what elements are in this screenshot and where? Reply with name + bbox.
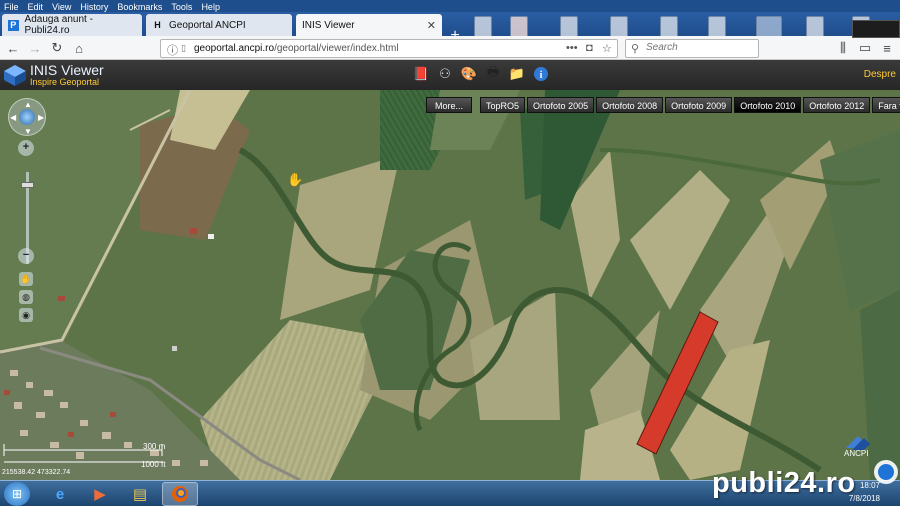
more-button[interactable]: More... [426,97,473,113]
folder-icon[interactable]: 📁 [508,65,526,83]
publi24-watermark: publi24.ro [712,467,856,499]
printer-icon[interactable]: 🖶 [484,64,502,83]
tab-label: INIS Viewer [302,19,355,31]
despre-panel [852,20,900,38]
sidebar-icon[interactable]: ▭ [856,39,874,57]
inis-header: INIS Viewer Inspire Geoportal 📕 ⚇ 🎨 🖶 📁 … [0,60,900,90]
page-actions-icon[interactable]: ••• [566,42,578,54]
palette-icon[interactable]: 🎨 [460,65,478,83]
coordinates-readout: 215538.42 473322.74 [2,469,71,476]
desktop-file-icon [806,16,824,38]
aerial-imagery[interactable] [0,90,900,480]
book-icon[interactable]: 📕 [412,65,430,83]
pan-down-icon[interactable]: ▼ [24,127,32,136]
search-box[interactable]: ⚲ [625,39,759,58]
basemap-ortofoto-2010-button[interactable]: Ortofoto 2010 [734,97,802,113]
home-icon[interactable]: ⌂ [70,39,88,57]
basemap-ortofoto-2012-button[interactable]: Ortofoto 2012 [803,97,871,113]
info-circle-icon[interactable]: i [532,65,550,83]
tab-publi24[interactable]: P Adauga anunt - Publi24.ro [2,14,142,36]
pan-up-icon[interactable]: ▲ [24,100,32,109]
app-title: INIS Viewer [30,62,104,78]
geoportal-favicon-icon: H [154,20,161,30]
tab-inis-viewer[interactable]: INIS Viewer ✕ [296,14,442,36]
page-icon: ▯ [181,43,186,53]
desktop-file-icon [708,16,726,38]
desktop-file-icon [474,16,492,38]
app-subtitle: Inspire Geoportal [30,77,100,87]
desktop-file-icon [510,16,528,38]
tab-strip: P Adauga anunt - Publi24.ro H Geoportal … [0,12,900,44]
hamburger-menu-icon[interactable]: ≡ [878,39,896,57]
tab-label: Geoportal ANCPI [169,19,246,31]
media-player-icon[interactable]: ▶ [82,482,118,506]
despre-link[interactable]: Despre [864,69,896,80]
scale-imperial-label: 1000 ft [141,460,166,469]
basemap-ortofoto-2005-button[interactable]: Ortofoto 2005 [527,97,595,113]
hand-cursor-icon: ✋ [287,172,304,187]
hand-tool-icon[interactable]: ✋ [19,272,33,286]
basemap-selector: More... TopRO5 Ortofoto 2005 Ortofoto 20… [426,97,900,113]
bookmark-star-icon[interactable]: ☆ [602,42,612,55]
zoom-out-icon[interactable]: − [18,248,34,264]
basemap-ortofoto-2008-button[interactable]: Ortofoto 2008 [596,97,664,113]
pan-center-icon[interactable] [19,109,35,125]
publi24-logo-icon [874,460,898,484]
start-button[interactable]: ⊞ [4,482,30,506]
map-view[interactable] [0,90,900,480]
file-explorer-icon[interactable]: ▤ [122,482,158,506]
search-input[interactable] [646,42,754,53]
ancpi-label: ANCPI [844,449,869,458]
basemap-fara-fundal-button[interactable]: Fara fundal [872,97,900,113]
desktop-file-icon [660,16,678,38]
basemap-topro5-button[interactable]: TopRO5 [480,97,526,113]
url-bar[interactable]: ⓘ ▯ geoportal.ancpi.ro/geoportal/viewer/… [160,39,618,58]
firefox-icon[interactable] [162,482,198,506]
publi24-favicon-icon: P [8,19,19,31]
reload-icon[interactable]: ↻ [48,39,66,57]
tab-label: Adauga anunt - Publi24.ro [24,14,93,36]
library-icon[interactable]: ⫼ [834,39,852,57]
pan-control[interactable]: ▲ ▼ ◀ ▶ [8,98,46,136]
pan-right-icon[interactable]: ▶ [38,113,44,122]
desktop-file-icon [610,16,628,38]
tab-geoportal[interactable]: H Geoportal ANCPI [146,14,292,36]
back-arrow-icon[interactable]: ← [4,39,22,57]
basemap-ortofoto-2009-button[interactable]: Ortofoto 2009 [665,97,733,113]
binoculars-icon[interactable]: ⚇ [436,65,454,83]
close-tab-icon[interactable]: ✕ [427,19,436,32]
desktop-file-icon [560,16,578,38]
info-icon[interactable]: ⓘ [167,42,178,58]
search-icon: ⚲ [631,43,640,55]
zoom-slider-handle[interactable] [21,182,34,188]
inis-logo-icon [4,65,26,86]
svg-text:i: i [540,70,543,81]
url-text[interactable]: geoportal.ancpi.ro/geoportal/viewer/inde… [194,43,399,54]
forward-arrow-icon[interactable]: → [26,39,44,57]
pocket-icon[interactable]: ◘ [586,42,593,54]
desktop-app-icon [756,16,782,38]
pan-left-icon[interactable]: ◀ [10,113,16,122]
scale-metric-label: 300 m [143,442,166,451]
globe-tool-icon[interactable]: ◍ [19,290,33,304]
zoom-in-icon[interactable]: + [18,140,34,156]
navigation-bar: ← → ↻ ⌂ ⓘ ▯ geoportal.ancpi.ro/geoportal… [0,36,900,60]
internet-explorer-icon[interactable]: e [42,482,78,506]
layer-tool-icon[interactable]: ◉ [19,308,33,322]
